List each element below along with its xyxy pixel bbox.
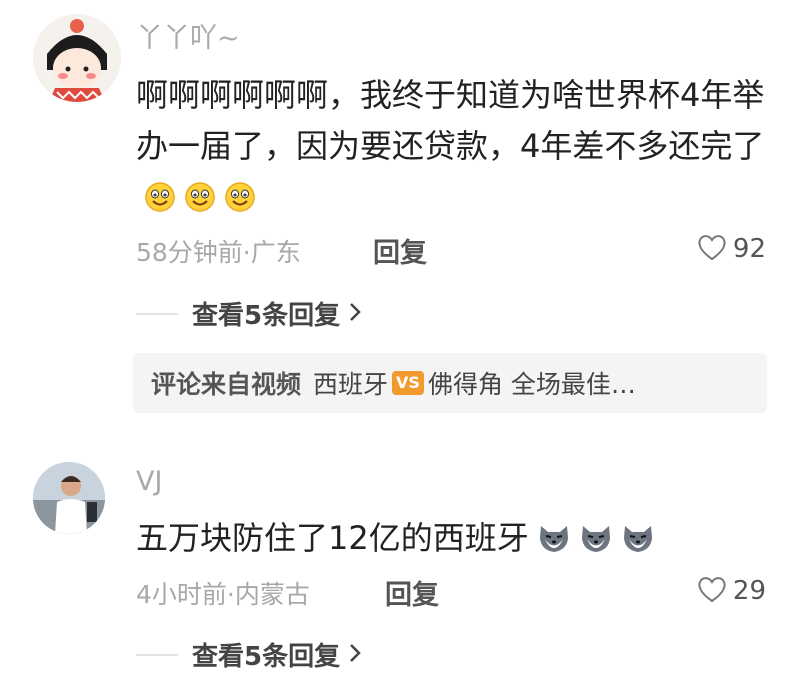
wolf-emoji-icon xyxy=(537,518,571,569)
heart-icon[interactable] xyxy=(697,233,727,265)
avatar[interactable] xyxy=(33,14,121,102)
timestamp-location: 4小时前·内蒙古 xyxy=(136,580,310,609)
chevron-right-icon xyxy=(348,642,362,668)
grin-emoji-icon xyxy=(184,177,216,228)
timestamp-location: 58分钟前·广东 xyxy=(136,238,301,267)
like-count: 92 xyxy=(732,234,766,264)
grin-emoji-icon xyxy=(224,177,256,228)
comment-item: 丫丫吖~ 啊啊啊啊啊啊，我终于知道为啥世界杯4年举办一届了，因为要还贷款，4年差… xyxy=(0,0,800,440)
wolf-emoji-icon xyxy=(579,518,613,569)
source-prefix: 评论来自视频 xyxy=(151,370,302,399)
comment-body: 五万块防住了12亿的西班牙 xyxy=(136,519,529,557)
heart-icon[interactable] xyxy=(697,575,727,607)
comment-item: VJ 五万块防住了12亿的西班牙 4小时前·内蒙古 回复 29 查看5条回复 xyxy=(0,450,800,693)
source-rest: 佛得角 全场最佳… xyxy=(427,370,636,399)
source-team1: 西班牙 xyxy=(313,370,389,399)
reply-button[interactable]: 回复 xyxy=(373,231,427,270)
view-replies-link[interactable]: 查看5条回复 xyxy=(136,636,362,673)
divider xyxy=(136,653,178,656)
video-source-link[interactable]: 评论来自视频 西班牙 VS 佛得角 全场最佳… xyxy=(133,353,767,413)
like-button[interactable]: 29 xyxy=(697,575,766,607)
comment-text: 五万块防住了12亿的西班牙 xyxy=(136,513,766,569)
wolf-emoji-icon xyxy=(621,518,655,569)
username[interactable]: VJ xyxy=(136,466,162,497)
grin-emoji-icon xyxy=(144,177,176,228)
vs-badge: VS xyxy=(392,371,424,395)
reply-button[interactable]: 回复 xyxy=(385,573,439,612)
like-count: 29 xyxy=(732,576,766,606)
avatar[interactable] xyxy=(33,462,105,534)
like-button[interactable]: 92 xyxy=(697,233,766,265)
divider xyxy=(136,312,178,315)
view-replies-label: 查看5条回复 xyxy=(192,301,341,331)
comment-text: 啊啊啊啊啊啊，我终于知道为啥世界杯4年举办一届了，因为要还贷款，4年差不多还完了 xyxy=(136,70,766,228)
comment-body: 啊啊啊啊啊啊，我终于知道为啥世界杯4年举办一届了，因为要还贷款，4年差不多还完了 xyxy=(136,76,765,165)
chevron-right-icon xyxy=(348,301,362,327)
view-replies-label: 查看5条回复 xyxy=(192,642,341,672)
view-replies-link[interactable]: 查看5条回复 xyxy=(136,295,362,332)
username[interactable]: 丫丫吖~ xyxy=(136,16,240,55)
